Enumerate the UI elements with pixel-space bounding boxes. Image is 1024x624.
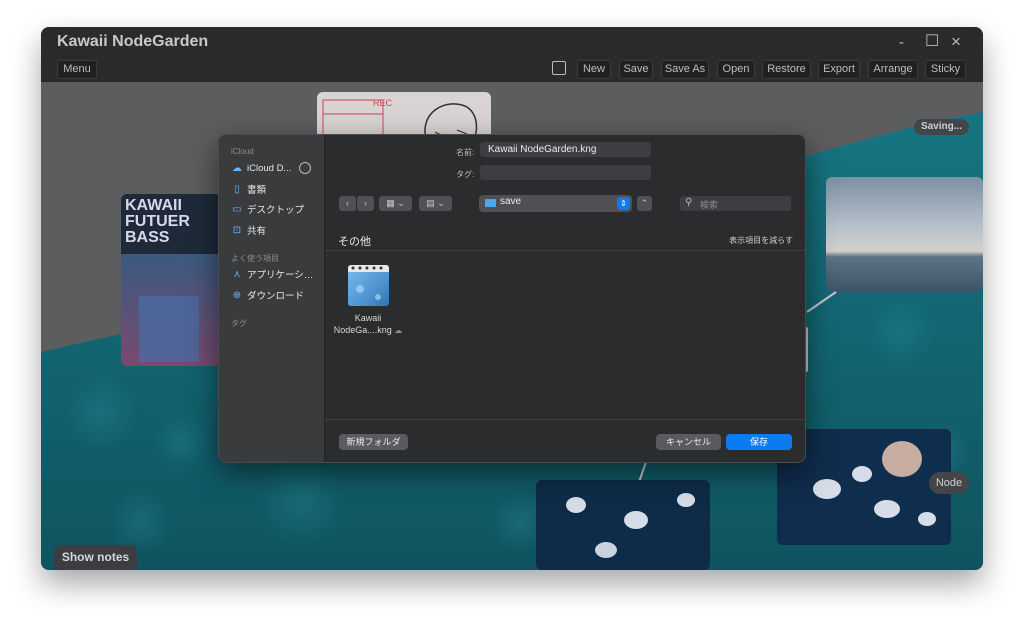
tags-heading: タグ xyxy=(231,319,247,328)
chevron-updown-icon: ⇕ xyxy=(617,197,630,210)
desktop-icon: ▭ xyxy=(232,203,242,215)
filename-field[interactable]: Kawaii NodeGarden.kng xyxy=(480,142,651,157)
tags-field[interactable] xyxy=(480,165,651,180)
sidebar-item-label: iCloud D... xyxy=(247,162,292,174)
menu-button[interactable]: Menu xyxy=(57,60,97,79)
bottom-divider xyxy=(325,419,805,420)
sidebar-item-label: 共有 xyxy=(247,226,267,237)
search-placeholder: 検索 xyxy=(700,200,719,210)
group-view-button[interactable]: ▤ ⌄ xyxy=(419,196,452,211)
cancel-button[interactable]: キャンセル xyxy=(656,434,721,450)
node-label[interactable]: Node xyxy=(929,472,969,494)
cloud-icon: ☁ xyxy=(394,326,403,335)
document-icon: ▯ xyxy=(234,183,240,195)
section-title: その他 xyxy=(338,236,371,248)
back-button[interactable]: ‹ xyxy=(339,196,356,211)
dialog-sidebar: iCloud ☁ iCloud D... ▯ 書類 ▭ デスクトップ ⊡ 共有 … xyxy=(219,135,325,462)
sidebar-item-shared[interactable]: ⊡ 共有 xyxy=(231,222,266,238)
sync-progress-icon xyxy=(299,162,312,174)
download-icon: ⊕ xyxy=(232,289,242,301)
section-header: その他 表示項目を減らす xyxy=(325,228,805,251)
icloud-heading: iCloud xyxy=(231,147,254,156)
sidebar-item-label: 書類 xyxy=(247,185,267,196)
restore-button[interactable]: Restore xyxy=(762,60,811,79)
new-button[interactable]: New xyxy=(577,60,611,79)
toolbar: Menu New Save Save As Open Restore Expor… xyxy=(41,59,983,81)
close-button[interactable]: × xyxy=(951,32,961,52)
kng-file-icon xyxy=(348,265,389,306)
checkbox-toggle[interactable] xyxy=(552,61,566,75)
name-label: 名前: xyxy=(456,148,475,157)
saving-badge: Saving... xyxy=(914,119,969,135)
save-as-button[interactable]: Save As xyxy=(661,60,709,79)
maximize-button[interactable]: ☐ xyxy=(925,31,939,51)
folder-icon xyxy=(485,199,496,207)
save-dialog: iCloud ☁ iCloud D... ▯ 書類 ▭ デスクトップ ⊡ 共有 … xyxy=(218,134,806,463)
sidebar-item-icloud-drive[interactable]: ☁ iCloud D... xyxy=(231,160,312,176)
cloud-icon: ☁ xyxy=(232,162,242,174)
album-title-3: BASS xyxy=(125,229,170,246)
folder-popup[interactable]: save ⇕ xyxy=(479,195,632,212)
file-name-line1: Kawaii xyxy=(354,313,382,323)
forward-button[interactable]: › xyxy=(357,196,374,211)
file-name-text: NodeGa....kng xyxy=(333,325,392,335)
new-folder-button[interactable]: 新規フォルダ xyxy=(339,434,408,450)
sidebar-item-label: デスクトップ xyxy=(247,205,305,216)
export-button[interactable]: Export xyxy=(818,60,860,79)
show-fewer-link[interactable]: 表示項目を減らす xyxy=(729,235,793,246)
sidebar-item-label: アプリケーシ… xyxy=(247,270,314,281)
open-button[interactable]: Open xyxy=(717,60,755,79)
sidebar-item-applications[interactable]: ⋏ アプリケーシ… xyxy=(231,266,313,282)
favorites-heading: よく使う項目 xyxy=(231,254,279,263)
search-icon: ⚲ xyxy=(685,197,693,208)
sidebar-item-documents[interactable]: ▯ 書類 xyxy=(231,181,266,197)
icon-view-button[interactable]: ▦ ⌄ xyxy=(379,196,412,211)
title-bar: Kawaii NodeGarden - ☐ × xyxy=(41,27,983,59)
show-notes-button[interactable]: Show notes xyxy=(54,545,137,570)
sketch-text: REC xyxy=(373,98,393,108)
arrange-button[interactable]: Arrange xyxy=(868,60,918,79)
album-art-node[interactable]: KAWAII FUTUER BASS xyxy=(121,194,221,366)
file-name-line2: NodeGa....kng ☁ xyxy=(329,325,407,335)
save-dialog-button[interactable]: 保存 xyxy=(726,434,792,450)
album-title-1: KAWAII xyxy=(125,197,182,214)
file-item[interactable]: Kawaii NodeGa....kng ☁ xyxy=(329,262,407,342)
sticky-button[interactable]: Sticky xyxy=(925,60,966,79)
jellyfish-photo-node-1[interactable] xyxy=(536,480,710,570)
save-button[interactable]: Save xyxy=(619,60,653,79)
applications-icon: ⋏ xyxy=(233,268,241,280)
sidebar-item-downloads[interactable]: ⊕ ダウンロード xyxy=(231,287,304,303)
minimize-button[interactable]: - xyxy=(899,34,904,51)
folder-name: save xyxy=(500,196,522,207)
sky-photo-node[interactable] xyxy=(826,177,983,291)
sidebar-item-label: ダウンロード xyxy=(247,291,305,302)
expand-collapse-button[interactable]: ⌃ xyxy=(637,196,652,211)
shared-folder-icon: ⊡ xyxy=(232,224,242,236)
tags-label: タグ: xyxy=(456,170,475,179)
app-title: Kawaii NodeGarden xyxy=(57,33,209,50)
sidebar-item-desktop[interactable]: ▭ デスクトップ xyxy=(231,201,304,217)
album-title-2: FUTUER xyxy=(125,213,190,230)
search-input[interactable]: ⚲ 検索 xyxy=(680,196,791,211)
